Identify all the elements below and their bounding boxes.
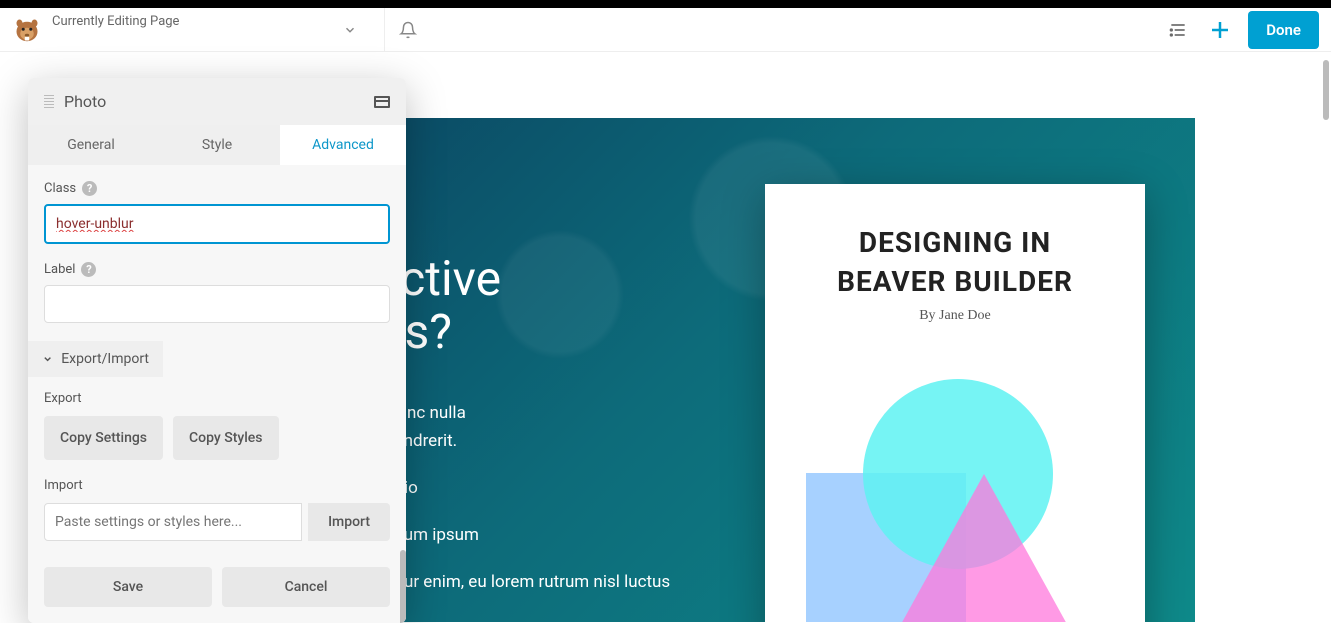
tab-advanced[interactable]: Advanced	[280, 125, 406, 165]
expand-panel-icon[interactable]	[374, 96, 390, 108]
outline-icon[interactable]	[1164, 16, 1192, 44]
tab-general[interactable]: General	[28, 125, 154, 165]
page-scrollbar[interactable]	[1323, 60, 1329, 120]
editing-label: Currently Editing Page	[52, 14, 179, 29]
book-title: DESIGNING IN BEAVER BUILDER	[795, 224, 1115, 302]
panel-footer: Save Cancel	[28, 557, 406, 623]
help-icon[interactable]: ?	[82, 181, 97, 196]
export-label: Export	[44, 391, 390, 406]
panel-scrollbar[interactable]	[400, 550, 406, 623]
class-input[interactable]	[44, 204, 390, 244]
help-icon[interactable]: ?	[81, 262, 96, 277]
cancel-button[interactable]: Cancel	[222, 567, 390, 607]
panel-title: Photo	[64, 92, 364, 111]
copy-styles-button[interactable]: Copy Styles	[173, 416, 278, 460]
export-import-toggle[interactable]: Export/Import	[28, 341, 163, 377]
panel-tabs: General Style Advanced	[28, 125, 406, 165]
panel-header[interactable]: Photo	[28, 78, 406, 125]
label-field-label: Label ?	[44, 262, 390, 277]
notifications-bell-icon[interactable]	[396, 18, 420, 42]
add-content-plus-icon[interactable]	[1206, 16, 1234, 44]
topbar: Currently Editing Page Done	[0, 8, 1331, 52]
chevron-down-icon	[42, 353, 53, 365]
book-shapes	[795, 379, 1115, 622]
drag-handle-icon[interactable]	[44, 95, 54, 108]
import-label: Import	[44, 478, 390, 493]
page-dropdown-chevron[interactable]	[338, 18, 362, 42]
import-input[interactable]	[44, 503, 302, 541]
import-button[interactable]: Import	[308, 503, 390, 541]
book-cover: DESIGNING IN BEAVER BUILDER By Jane Doe	[765, 184, 1145, 622]
tab-style[interactable]: Style	[154, 125, 280, 165]
settings-panel: Photo General Style Advanced Class ? Lab…	[28, 78, 406, 623]
topbar-divider	[384, 8, 385, 51]
triangle-shape	[879, 474, 1089, 622]
save-button[interactable]: Save	[44, 567, 212, 607]
copy-settings-button[interactable]: Copy Settings	[44, 416, 163, 460]
beaver-logo	[12, 15, 42, 45]
label-input[interactable]	[44, 285, 390, 323]
class-field-label: Class ?	[44, 181, 390, 196]
done-button[interactable]: Done	[1248, 11, 1319, 49]
panel-body: Class ? Label ? Export/Import Export Cop…	[28, 165, 406, 557]
book-author: By Jane Doe	[795, 308, 1115, 324]
top-black-bar	[0, 0, 1331, 8]
